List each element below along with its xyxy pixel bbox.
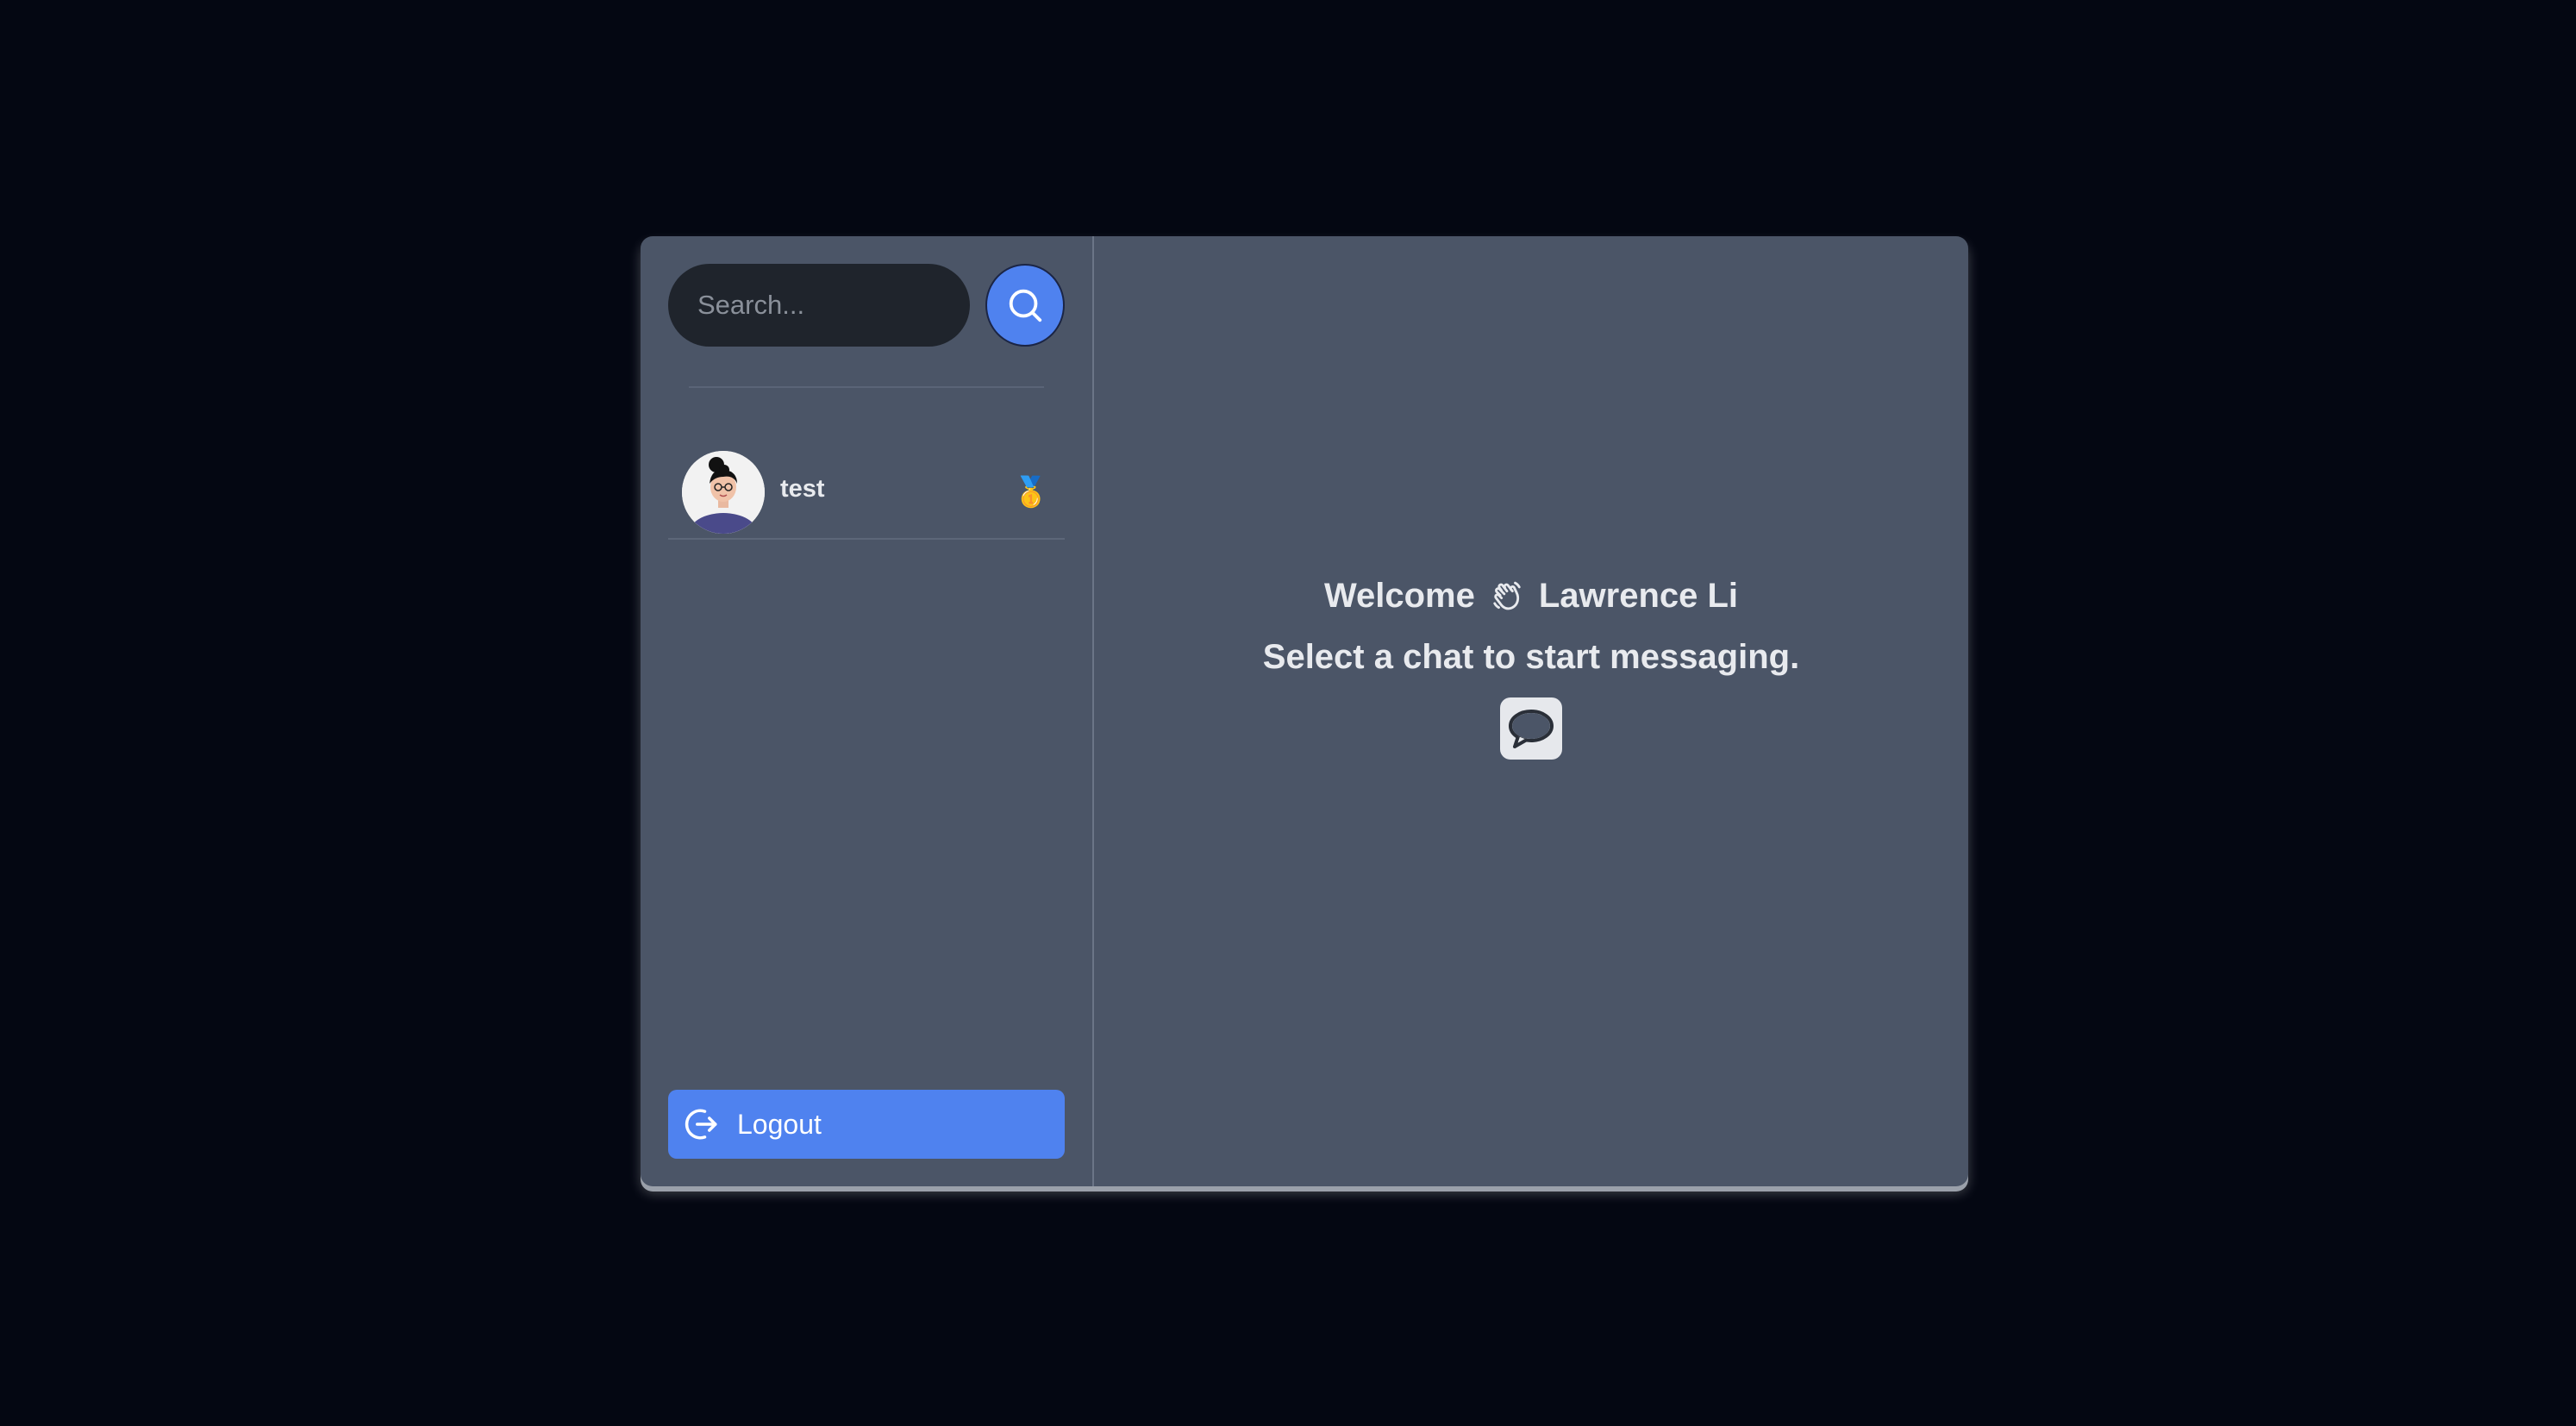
waving-hand-icon	[1493, 581, 1521, 610]
logout-button[interactable]: Logout	[668, 1090, 1065, 1159]
logout-label: Logout	[737, 1108, 822, 1140]
search-input[interactable]	[668, 264, 970, 347]
sidebar-divider	[689, 386, 1044, 388]
avatar	[682, 451, 765, 534]
chat-app-window: test 🥇 Logout Welcome Lawrence L	[641, 236, 1968, 1186]
search-form	[668, 264, 1065, 347]
search-button[interactable]	[985, 264, 1065, 347]
chat-bubble-icon	[1500, 697, 1562, 760]
conversation-name: test	[780, 474, 825, 503]
medal-emoji: 🥇	[1012, 476, 1049, 509]
welcome-text: Welcome	[1323, 577, 1475, 615]
logout-icon	[685, 1109, 717, 1140]
select-chat-prompt: Select a chat to start messaging.	[1262, 638, 1800, 676]
welcome-heading: Welcome Lawrence Li	[1324, 577, 1738, 616]
main-panel: Welcome Lawrence Li Select a chat to sta…	[1094, 236, 1968, 1186]
conversation-item[interactable]: test 🥇	[668, 447, 1065, 540]
user-name: Lawrence Li	[1538, 577, 1739, 615]
search-icon	[1009, 289, 1042, 322]
sidebar: test 🥇 Logout	[641, 236, 1094, 1186]
